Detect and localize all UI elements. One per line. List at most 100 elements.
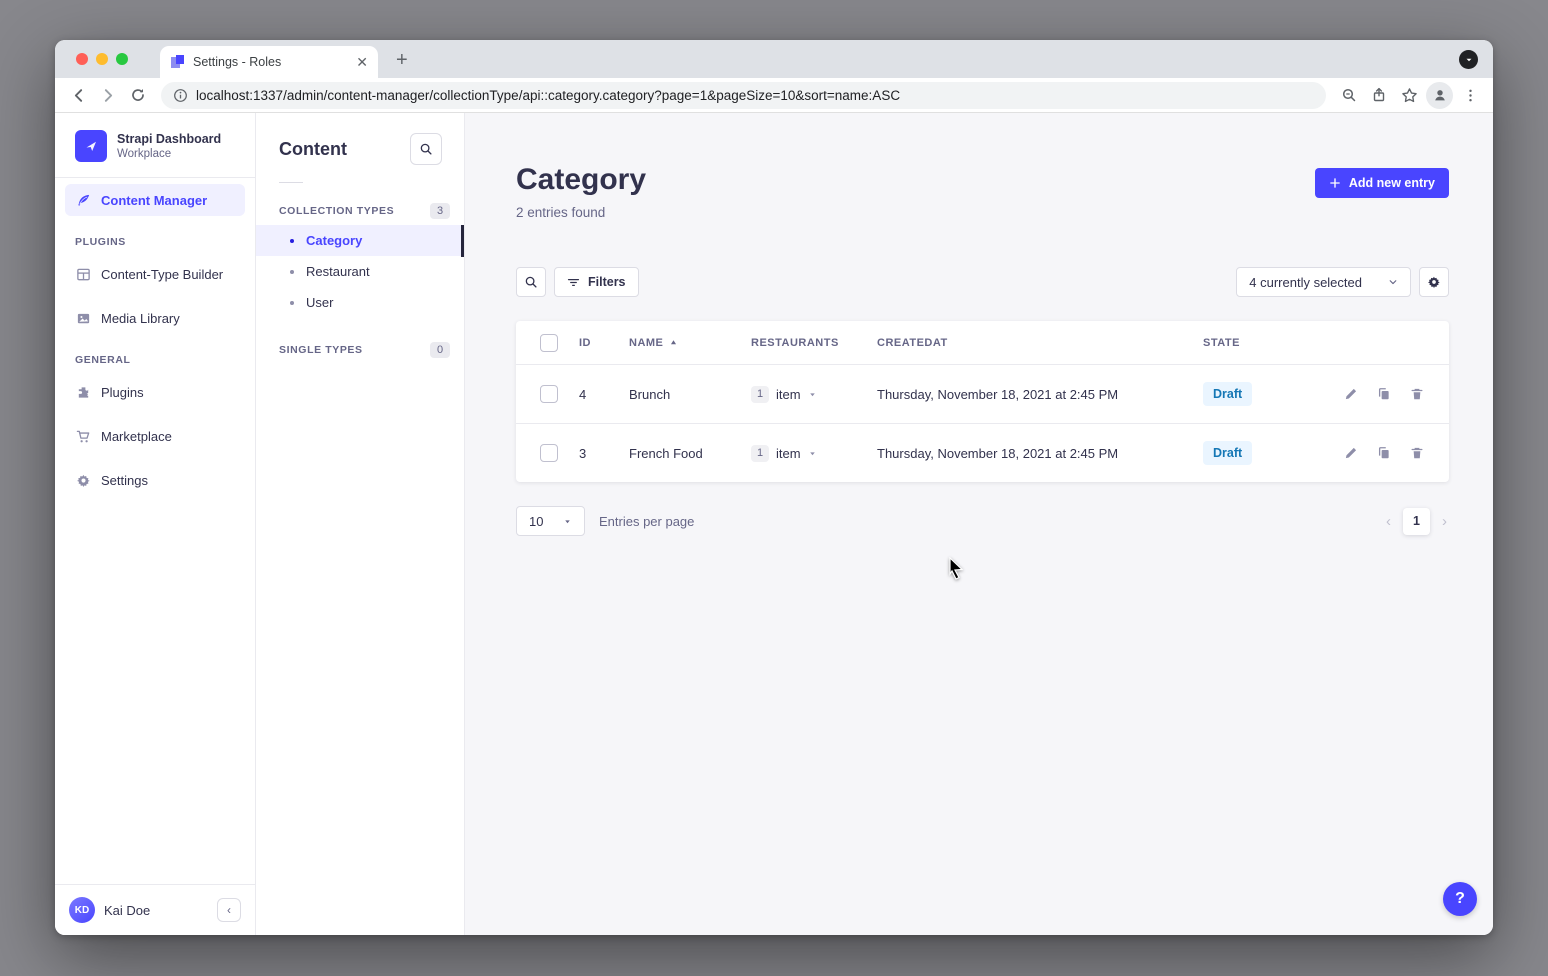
sidebar-item-media-library[interactable]: Media Library	[65, 302, 245, 334]
zoom-search-icon[interactable]	[1336, 82, 1362, 108]
sidebar-item-plugins[interactable]: Plugins	[65, 376, 245, 408]
header-name[interactable]: NAME	[629, 337, 751, 349]
tab-title: Settings - Roles	[193, 55, 348, 69]
brand[interactable]: Strapi Dashboard Workplace	[55, 113, 255, 178]
back-icon[interactable]	[65, 82, 91, 108]
info-icon[interactable]	[173, 88, 188, 103]
minimize-window-button[interactable]	[96, 53, 108, 65]
add-new-entry-label: Add new entry	[1349, 176, 1435, 190]
subnav-item-restaurant[interactable]: Restaurant	[256, 256, 464, 287]
header-id[interactable]: ID	[579, 337, 629, 349]
sidebar-item-content-type-builder[interactable]: Content-Type Builder	[65, 258, 245, 290]
subnav-item-category[interactable]: Category	[256, 225, 464, 256]
cell-restaurants[interactable]: 1 item	[751, 386, 877, 403]
sidebar-item-label: Media Library	[101, 311, 180, 326]
sidebar-item-label: Settings	[101, 473, 148, 488]
main-sidebar: Strapi Dashboard Workplace Content Manag…	[55, 113, 256, 935]
add-new-entry-button[interactable]: Add new entry	[1315, 168, 1449, 198]
sidebar-item-marketplace[interactable]: Marketplace	[65, 420, 245, 452]
collection-types-label: COLLECTION TYPES	[279, 205, 394, 217]
restaurants-label: item	[776, 387, 801, 402]
cell-createdat: Thursday, November 18, 2021 at 2:45 PM	[877, 387, 1203, 402]
main-content: Category 2 entries found Add new entry F…	[465, 113, 1493, 935]
sidebar-item-content-manager[interactable]: Content Manager	[65, 184, 245, 216]
new-tab-button[interactable]: +	[396, 49, 408, 72]
edit-icon[interactable]	[1343, 445, 1359, 461]
desktop: { "browser": { "tab_title": "Settings - …	[0, 0, 1548, 976]
filter-icon	[567, 276, 580, 289]
next-page-icon[interactable]: ›	[1440, 513, 1449, 530]
subnav-item-label: User	[306, 295, 333, 310]
bullet-icon	[290, 239, 294, 243]
cell-name: Brunch	[629, 387, 751, 402]
delete-icon[interactable]	[1409, 445, 1425, 461]
url-text[interactable]: localhost:1337/admin/content-manager/col…	[196, 88, 900, 103]
share-icon[interactable]	[1366, 82, 1392, 108]
brand-title: Strapi Dashboard	[117, 132, 221, 148]
close-window-button[interactable]	[76, 53, 88, 65]
header-state[interactable]: STATE	[1203, 337, 1425, 349]
subnav-search-button[interactable]	[410, 133, 442, 165]
duplicate-icon[interactable]	[1376, 445, 1392, 461]
header-createdat[interactable]: CREATEDAT	[877, 337, 1203, 349]
forward-icon[interactable]	[95, 82, 121, 108]
prev-page-icon[interactable]: ‹	[1384, 513, 1393, 530]
help-button[interactable]: ?	[1443, 882, 1477, 916]
cart-icon	[75, 428, 91, 444]
strapi-favicon	[170, 55, 185, 70]
table-row[interactable]: 4 Brunch 1 item Thursday, November 18, 2…	[516, 364, 1449, 423]
image-icon	[75, 310, 91, 326]
collapse-sidebar-button[interactable]: ‹	[217, 898, 241, 922]
cell-id: 4	[579, 387, 629, 402]
restaurants-count-badge: 1	[751, 386, 769, 403]
layout-grid-icon	[75, 266, 91, 282]
chevron-down-icon	[1388, 277, 1398, 287]
restaurants-label: item	[776, 446, 801, 461]
cell-restaurants[interactable]: 1 item	[751, 445, 877, 462]
bookmark-star-icon[interactable]	[1396, 82, 1422, 108]
pagination-bar: 10 Entries per page ‹ 1 ›	[465, 482, 1493, 536]
subnav-scrollbar-thumb[interactable]	[461, 225, 464, 257]
extension-indicator-icon[interactable]	[1459, 50, 1478, 69]
browser-tabstrip: Settings - Roles ✕ +	[55, 40, 1493, 78]
sidebar-footer: KD Kai Doe ‹	[55, 884, 255, 935]
subnav-item-user[interactable]: User	[256, 287, 464, 318]
table-header-row: ID NAME RESTAURANTS CREATEDAT STATE	[516, 321, 1449, 364]
table-settings-button[interactable]	[1419, 267, 1449, 297]
collection-types-count: 3	[430, 203, 450, 219]
plugins-section-label: PLUGINS	[55, 222, 255, 252]
chevron-down-icon	[563, 517, 572, 526]
strapi-logo	[75, 130, 107, 162]
duplicate-icon[interactable]	[1376, 386, 1392, 402]
row-checkbox[interactable]	[540, 385, 558, 403]
search-icon	[419, 142, 433, 156]
sidebar-item-label: Content Manager	[101, 193, 207, 208]
browser-tab[interactable]: Settings - Roles ✕	[160, 46, 378, 78]
filters-label: Filters	[588, 275, 626, 289]
reload-icon[interactable]	[125, 82, 151, 108]
browser-menu-icon[interactable]	[1457, 82, 1483, 108]
table-search-button[interactable]	[516, 267, 546, 297]
select-all-checkbox[interactable]	[540, 334, 558, 352]
filters-button[interactable]: Filters	[554, 267, 639, 297]
user-avatar[interactable]: KD	[69, 897, 95, 923]
browser-toolbar: localhost:1337/admin/content-manager/col…	[55, 78, 1493, 113]
columns-selected-dropdown[interactable]: 4 currently selected	[1236, 267, 1411, 297]
cell-name: French Food	[629, 446, 751, 461]
page-size-select[interactable]: 10	[516, 506, 585, 536]
tab-close-icon[interactable]: ✕	[356, 55, 368, 69]
row-checkbox[interactable]	[540, 444, 558, 462]
zoom-window-button[interactable]	[116, 53, 128, 65]
cell-createdat: Thursday, November 18, 2021 at 2:45 PM	[877, 446, 1203, 461]
gear-icon	[1427, 275, 1441, 289]
search-icon	[524, 275, 538, 289]
delete-icon[interactable]	[1409, 386, 1425, 402]
table-row[interactable]: 3 French Food 1 item Thursday, November …	[516, 423, 1449, 482]
quill-icon	[75, 192, 91, 208]
browser-profile-avatar[interactable]	[1426, 82, 1453, 109]
current-page-button[interactable]: 1	[1403, 508, 1430, 535]
edit-icon[interactable]	[1343, 386, 1359, 402]
address-bar[interactable]: localhost:1337/admin/content-manager/col…	[161, 82, 1326, 109]
sidebar-item-settings[interactable]: Settings	[65, 464, 245, 496]
header-restaurants[interactable]: RESTAURANTS	[751, 337, 877, 349]
